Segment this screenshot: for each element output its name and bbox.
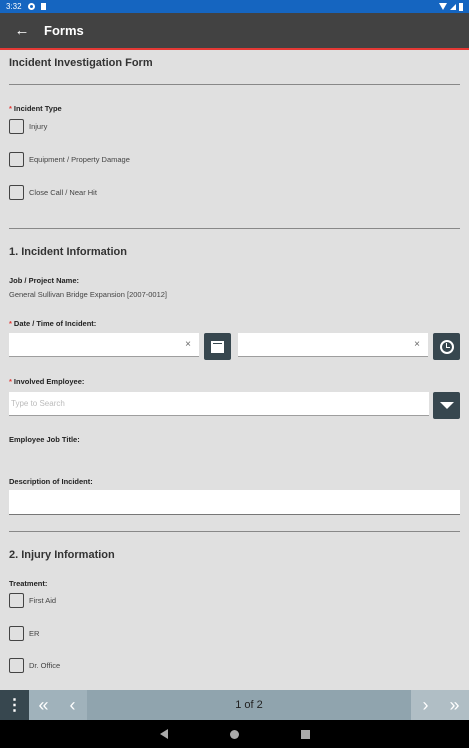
description-input[interactable] [9, 490, 460, 515]
more-menu-icon[interactable]: ⋮ [0, 690, 29, 720]
date-input[interactable]: × [9, 333, 199, 357]
page-indicator: 1 of 2 [235, 699, 263, 711]
divider [9, 84, 460, 85]
nav-home-icon[interactable] [229, 729, 239, 739]
section-title-injury-info: 2. Injury Information [9, 549, 115, 561]
checkbox-box[interactable] [9, 119, 24, 134]
job-project-value: General Sullivan Bridge Expansion [2007-… [9, 290, 168, 299]
checkbox-injury[interactable]: Injury [9, 119, 47, 134]
wifi-icon [439, 3, 447, 10]
divider [9, 228, 460, 229]
checkbox-label: Close Call / Near Hit [29, 188, 97, 197]
checkbox-equipment-damage[interactable]: Equipment / Property Damage [9, 152, 130, 167]
datetime-label: * Date / Time of Incident: [9, 319, 97, 328]
last-page-icon[interactable]: » [440, 690, 469, 720]
next-page-icon[interactable]: › [411, 690, 440, 720]
form-content[interactable]: Incident Investigation Form * Incident Ty… [0, 52, 469, 690]
employee-job-title-label: Employee Job Title: [9, 435, 80, 444]
previous-page-icon[interactable]: ‹ [58, 690, 87, 720]
checkbox-box[interactable] [9, 185, 24, 200]
clock-icon [439, 339, 454, 354]
checkbox-box[interactable] [9, 658, 24, 673]
time-input[interactable]: × [238, 333, 428, 357]
chevron-down-icon [439, 402, 454, 409]
incident-type-label: * Incident Type [9, 104, 62, 113]
calendar-button[interactable] [204, 333, 231, 360]
checkbox-label: ER [29, 629, 40, 638]
checkbox-label: Dr. Office [29, 661, 61, 670]
back-arrow-icon[interactable]: ← [0, 22, 44, 39]
employee-search-input[interactable]: Type to Search [9, 392, 429, 416]
status-time: 3:32 [6, 2, 22, 11]
checkbox-label: First Aid [29, 596, 57, 605]
section-title-incident-info: 1. Incident Information [9, 246, 127, 258]
status-bar: 3:32 [0, 0, 469, 13]
checkbox-dr-office[interactable]: Dr. Office [9, 658, 60, 673]
checkbox-er[interactable]: ER [9, 626, 39, 641]
employee-dropdown-button[interactable] [433, 392, 460, 419]
description-label: Description of Incident: [9, 477, 93, 486]
first-page-icon[interactable]: « [29, 690, 58, 720]
checkbox-box[interactable] [9, 152, 24, 167]
employee-search-placeholder: Type to Search [11, 399, 65, 408]
clock-button[interactable] [433, 333, 460, 360]
checkbox-box[interactable] [9, 593, 24, 608]
app-bar: ← Forms [0, 13, 469, 50]
page-title: Forms [44, 23, 84, 38]
calendar-icon [211, 340, 224, 353]
treatment-label: Treatment: [9, 579, 48, 588]
settings-icon [27, 3, 35, 10]
clear-time-icon[interactable]: × [414, 339, 420, 350]
involved-employee-label: * Involved Employee: [9, 377, 85, 386]
clear-date-icon[interactable]: × [185, 339, 191, 350]
form-title: Incident Investigation Form [9, 57, 153, 69]
checkbox-close-call[interactable]: Close Call / Near Hit [9, 185, 97, 200]
checkbox-first-aid[interactable]: First Aid [9, 593, 56, 608]
job-project-label: Job / Project Name: [9, 276, 80, 285]
nav-back-icon[interactable] [159, 729, 168, 739]
checkbox-box[interactable] [9, 626, 24, 641]
signal-icon [450, 3, 456, 10]
checkbox-label: Equipment / Property Damage [29, 155, 130, 164]
battery-icon [459, 2, 463, 11]
nav-recents-icon[interactable] [300, 729, 310, 739]
pager-bar: ⋮ « ‹ 1 of 2 › » [0, 690, 469, 720]
divider [9, 531, 460, 532]
checkbox-label: Injury [29, 122, 48, 131]
system-nav-bar [0, 720, 469, 748]
notification-icon [40, 3, 46, 10]
